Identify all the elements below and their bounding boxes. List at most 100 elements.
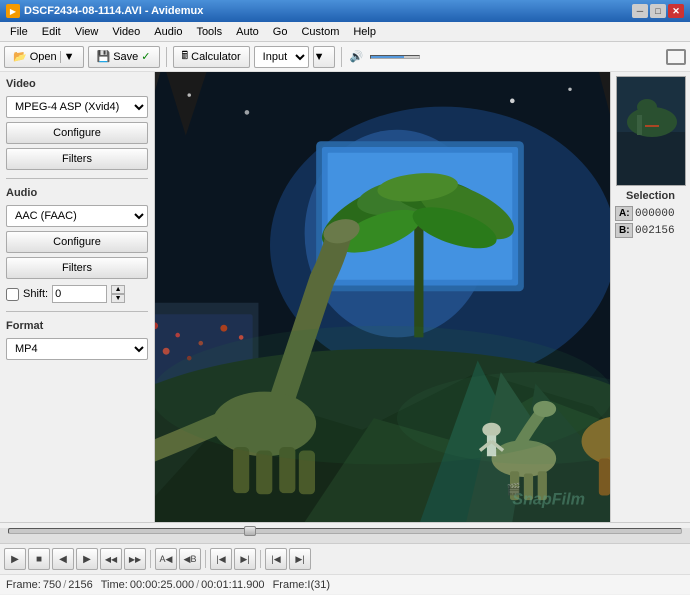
open-dropdown-arrow[interactable]: ▼ [60, 51, 75, 63]
menu-go[interactable]: Go [267, 24, 294, 40]
frame-type-status: Frame:I(31) [273, 579, 330, 591]
audio-section-label: Audio [6, 187, 148, 199]
selection-a-row: A: 000000 [615, 206, 686, 221]
menu-custom[interactable]: Custom [295, 24, 345, 40]
selection-a-key: A: [615, 206, 633, 221]
frame-value: 750 [43, 579, 61, 591]
format-section-label: Format [6, 320, 148, 332]
prev-frame-button[interactable]: ◀ [52, 548, 74, 570]
checkmark-icon: ✓ [141, 50, 150, 63]
right-panel: Selection A: 000000 B: 002156 [610, 72, 690, 522]
video-content: SnapFilm 🎬 [155, 72, 610, 522]
menu-video[interactable]: Video [106, 24, 146, 40]
input-dropdown[interactable]: Input [254, 46, 309, 68]
calculator-button[interactable]: 🖩 Calculator [173, 46, 250, 68]
audio-filters-button[interactable]: Filters [6, 257, 148, 279]
selection-b-value: 002156 [635, 225, 675, 237]
shift-checkbox[interactable] [6, 288, 19, 301]
video-filters-button[interactable]: Filters [6, 148, 148, 170]
ctrl-sep-3 [260, 550, 261, 568]
stop-button[interactable]: ■ [28, 548, 50, 570]
toolbar-sep-1 [166, 47, 167, 67]
sidebar: Video MPEG-4 ASP (Xvid4) Configure Filte… [0, 72, 155, 522]
selection-label: Selection [626, 190, 675, 202]
shift-input[interactable] [52, 285, 107, 303]
video-codec-select[interactable]: MPEG-4 ASP (Xvid4) [6, 96, 148, 118]
skip-back-button[interactable]: |◀ [265, 548, 287, 570]
shift-row: Shift: ▲ ▼ [6, 285, 148, 303]
shift-up[interactable]: ▲ [111, 285, 125, 294]
seek-track[interactable] [8, 528, 682, 534]
time-status: Time: 00:00:25.000 / 00:01:11.900 [101, 579, 265, 591]
window-controls: ─ □ ✕ [632, 4, 684, 18]
video-area: SnapFilm 🎬 [155, 72, 610, 522]
shift-spinner: ▲ ▼ [111, 285, 125, 303]
audio-codec-select[interactable]: AAC (FAAC) [6, 205, 148, 227]
main-content: Video MPEG-4 ASP (Xvid4) Configure Filte… [0, 72, 690, 522]
fastforward-button[interactable]: ▶▶ [124, 548, 146, 570]
title-bar: ▶ DSCF2434-08-1114.AVI - Avidemux ─ □ ✕ [0, 0, 690, 22]
folder-icon: 📂 [13, 50, 27, 63]
audio-configure-button[interactable]: Configure [6, 231, 148, 253]
menu-auto[interactable]: Auto [230, 24, 265, 40]
frame-total-sep: / [63, 579, 66, 591]
shift-down[interactable]: ▼ [111, 294, 125, 303]
time-value: 00:00:25.000 [130, 579, 194, 591]
open-button[interactable]: 📂 Open ▼ [4, 46, 84, 68]
svg-text:SnapFilm: SnapFilm [512, 491, 585, 509]
menu-help[interactable]: Help [347, 24, 382, 40]
mark-in-button[interactable]: A◀ [155, 548, 177, 570]
bottom-area: ▶ ■ ◀ ▶ ◀◀ ▶▶ A◀ ◀B |◀ ▶| |◀ ▶| Frame: 7… [0, 522, 690, 595]
ctrl-sep-1 [150, 550, 151, 568]
section-divider-2 [6, 311, 148, 312]
status-bar: Frame: 750 / 2156 Time: 00:00:25.000 / 0… [0, 574, 690, 594]
shift-label: Shift: [23, 288, 48, 300]
controls-bar: ▶ ■ ◀ ▶ ◀◀ ▶▶ A◀ ◀B |◀ ▶| |◀ ▶| [0, 544, 690, 574]
skip-forward-button[interactable]: ▶| [289, 548, 311, 570]
frame-label: Frame: [6, 579, 41, 591]
window-title: DSCF2434-08-1114.AVI - Avidemux [24, 5, 203, 17]
video-section-label: Video [6, 78, 148, 90]
save-button[interactable]: 💾 Save ✓ [88, 46, 160, 68]
time-label: Time: [101, 579, 128, 591]
calculator-icon: 🖩 [182, 47, 189, 66]
thumbnail-preview [617, 77, 686, 186]
minimize-button[interactable]: ─ [632, 4, 648, 18]
close-button[interactable]: ✕ [668, 4, 684, 18]
dropdown-btn[interactable]: ▼ [313, 46, 335, 68]
next-frame-button[interactable]: ▶ [76, 548, 98, 570]
menu-edit[interactable]: Edit [36, 24, 67, 40]
selection-b-key: B: [615, 223, 633, 238]
rewind-button[interactable]: ◀◀ [100, 548, 122, 570]
volume-icon: 🔊 [348, 48, 366, 66]
play-button[interactable]: ▶ [4, 548, 26, 570]
menu-file[interactable]: File [4, 24, 34, 40]
maximize-button[interactable]: □ [650, 4, 666, 18]
section-divider-1 [6, 178, 148, 179]
toolbar: 📂 Open ▼ 💾 Save ✓ 🖩 Calculator Input ▼ 🔊 [0, 42, 690, 72]
time-total-sep: / [196, 579, 199, 591]
ctrl-sep-2 [205, 550, 206, 568]
svg-text:🎬: 🎬 [507, 482, 521, 496]
menu-tools[interactable]: Tools [190, 24, 228, 40]
volume-slider[interactable] [370, 55, 420, 59]
frame-status: Frame: 750 / 2156 [6, 579, 93, 591]
monitor-icon [666, 49, 686, 65]
menu-audio[interactable]: Audio [148, 24, 188, 40]
save-icon: 💾 [97, 50, 111, 63]
video-configure-button[interactable]: Configure [6, 122, 148, 144]
seek-thumb[interactable] [244, 526, 256, 536]
frame-type: Frame:I(31) [273, 579, 330, 591]
go-mark-in-button[interactable]: ◀B [179, 548, 201, 570]
selection-b-row: B: 002156 [615, 223, 686, 238]
volume-fill [371, 56, 405, 58]
format-select[interactable]: MP4 [6, 338, 148, 360]
seek-bar-container [0, 528, 690, 544]
go-start-button[interactable]: |◀ [210, 548, 232, 570]
toolbar-sep-2 [341, 47, 342, 67]
menu-bar: File Edit View Video Audio Tools Auto Go… [0, 22, 690, 42]
thumbnail-strip [616, 76, 686, 186]
time-total: 00:01:11.900 [201, 579, 264, 591]
menu-view[interactable]: View [69, 24, 105, 40]
go-end-button[interactable]: ▶| [234, 548, 256, 570]
